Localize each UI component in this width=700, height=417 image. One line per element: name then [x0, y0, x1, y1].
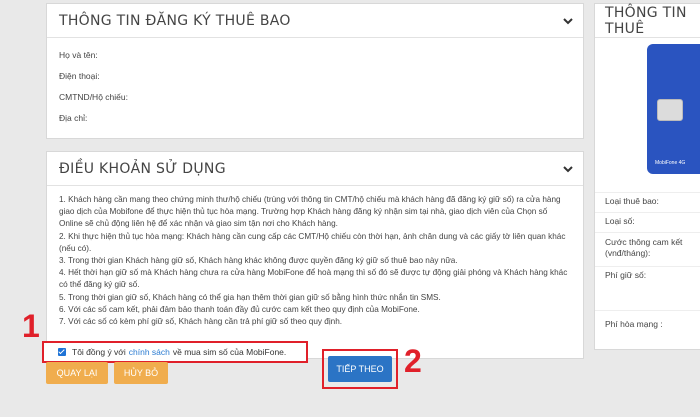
cancel-button[interactable]: HỦY BỎ	[114, 362, 168, 384]
field-name-label: Họ và tên:	[59, 49, 98, 60]
sim-card-image: MobiFone 4G	[647, 44, 700, 174]
terms-body: 1. Khách hàng cần mang theo chứng minh t…	[47, 186, 583, 328]
terms-panel-title: ĐIỀU KHOẢN SỬ DỤNG	[59, 160, 226, 177]
terms-item: 6. Với các số cam kết, phải đảm bảo than…	[59, 304, 420, 314]
terms-panel-header[interactable]: ĐIỀU KHOẢN SỬ DỤNG	[47, 152, 583, 186]
terms-panel: ĐIỀU KHOẢN SỬ DỤNG 1. Khách hàng cần man…	[46, 151, 584, 359]
sim-chip-icon	[657, 99, 683, 121]
terms-item: 7. Với các số có kèm phí giữ số, Khách h…	[59, 317, 343, 327]
terms-item: 4. Hết thời hạn giữ số mà Khách hàng chư…	[59, 268, 568, 290]
info-row-activation-fee: Phí hòa mạng :	[605, 319, 663, 329]
back-button[interactable]: QUAY LẠI	[46, 362, 108, 384]
terms-item: 3. Trong thời gian Khách hàng giữ số, Kh…	[59, 256, 458, 266]
agree-text-prefix: Tôi đồng ý với	[72, 347, 126, 357]
subscriber-panel-title: THÔNG TIN ĐĂNG KÝ THUÊ BAO	[59, 12, 291, 29]
terms-item: 5. Trong thời gian giữ số, Khách hàng có…	[59, 292, 441, 302]
subscriber-panel-header[interactable]: THÔNG TIN ĐĂNG KÝ THUÊ BAO	[47, 4, 583, 38]
terms-item: 2. Khi thực hiện thủ tục hòa mạng: Khách…	[59, 231, 566, 253]
field-phone-label: Điện thoại:	[59, 70, 100, 81]
subscriber-panel: THÔNG TIN ĐĂNG KÝ THUÊ BAO Họ và tên: Đi…	[46, 3, 584, 139]
step-marker-1: 1	[22, 308, 40, 344]
info-row-number-type: Loại số:	[605, 216, 635, 226]
agree-checkbox-row[interactable]: Tôi đồng ý với chính sách về mua sim số …	[42, 341, 308, 363]
policy-link[interactable]: chính sách	[129, 347, 170, 357]
field-id-label: CMTND/Hộ chiếu:	[59, 91, 128, 102]
next-button[interactable]: TIẾP THEO	[328, 356, 392, 382]
info-row-commit-fee: Cước thông cam kết (vnđ/tháng):	[605, 237, 683, 258]
chevron-down-icon[interactable]	[563, 164, 573, 174]
chevron-down-icon[interactable]	[563, 16, 573, 26]
info-panel-title: THÔNG TIN THUÊ	[605, 4, 687, 37]
info-row-subscription-type: Loại thuê bao:	[605, 196, 659, 206]
info-panel-header: THÔNG TIN THUÊ	[595, 4, 700, 38]
checkbox-icon[interactable]	[58, 348, 66, 356]
info-row-hold-fee: Phí giữ số:	[605, 270, 647, 280]
sim-card-label: MobiFone 4G	[655, 160, 686, 166]
step-marker-2: 2	[404, 343, 422, 379]
field-address-label: Địa chỉ:	[59, 112, 88, 123]
subscription-info-panel: THÔNG TIN THUÊ MobiFone 4G Loại thuê bao…	[594, 3, 700, 350]
terms-item: 1. Khách hàng cần mang theo chứng minh t…	[59, 195, 561, 229]
agree-text-suffix: về mua sim số của MobiFone.	[172, 347, 287, 357]
